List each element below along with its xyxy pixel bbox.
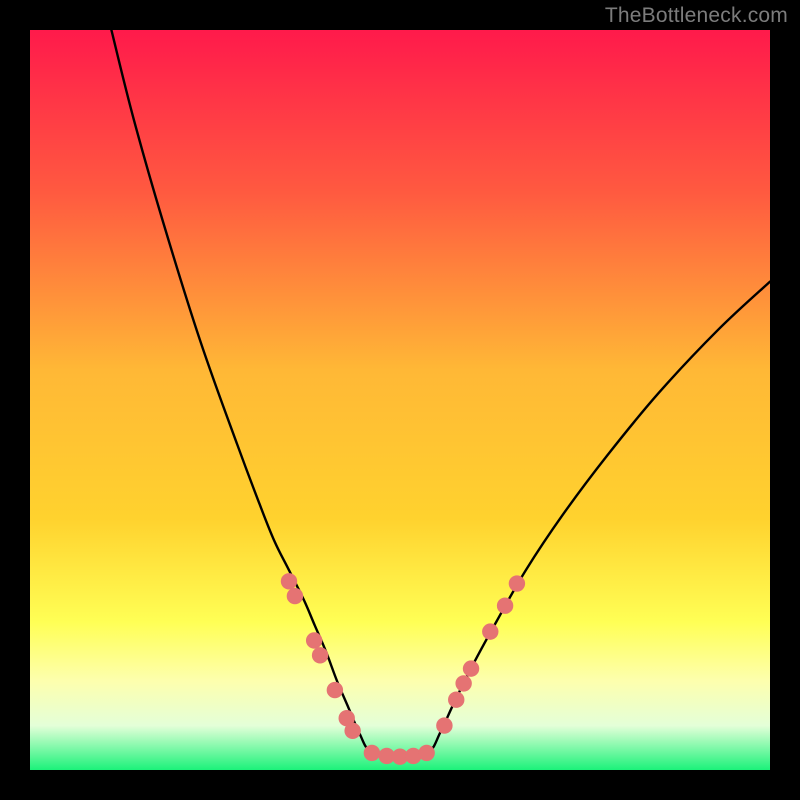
curve-marker — [418, 745, 434, 761]
curve-marker — [436, 717, 452, 733]
curve-marker — [455, 675, 471, 691]
curve-marker — [344, 723, 360, 739]
curve-marker — [281, 573, 297, 589]
curve-marker — [327, 682, 343, 698]
curve-marker — [448, 692, 464, 708]
curve-marker — [287, 588, 303, 604]
curve-marker — [312, 647, 328, 663]
gradient-bg — [30, 30, 770, 770]
plot-area — [30, 30, 770, 770]
watermark-label: TheBottleneck.com — [605, 4, 788, 28]
chart-svg — [30, 30, 770, 770]
curve-marker — [306, 632, 322, 648]
curve-marker — [482, 623, 498, 639]
curve-marker — [509, 575, 525, 591]
chart-frame: TheBottleneck.com — [0, 0, 800, 800]
curve-marker — [463, 660, 479, 676]
curve-marker — [497, 598, 513, 614]
curve-marker — [364, 745, 380, 761]
